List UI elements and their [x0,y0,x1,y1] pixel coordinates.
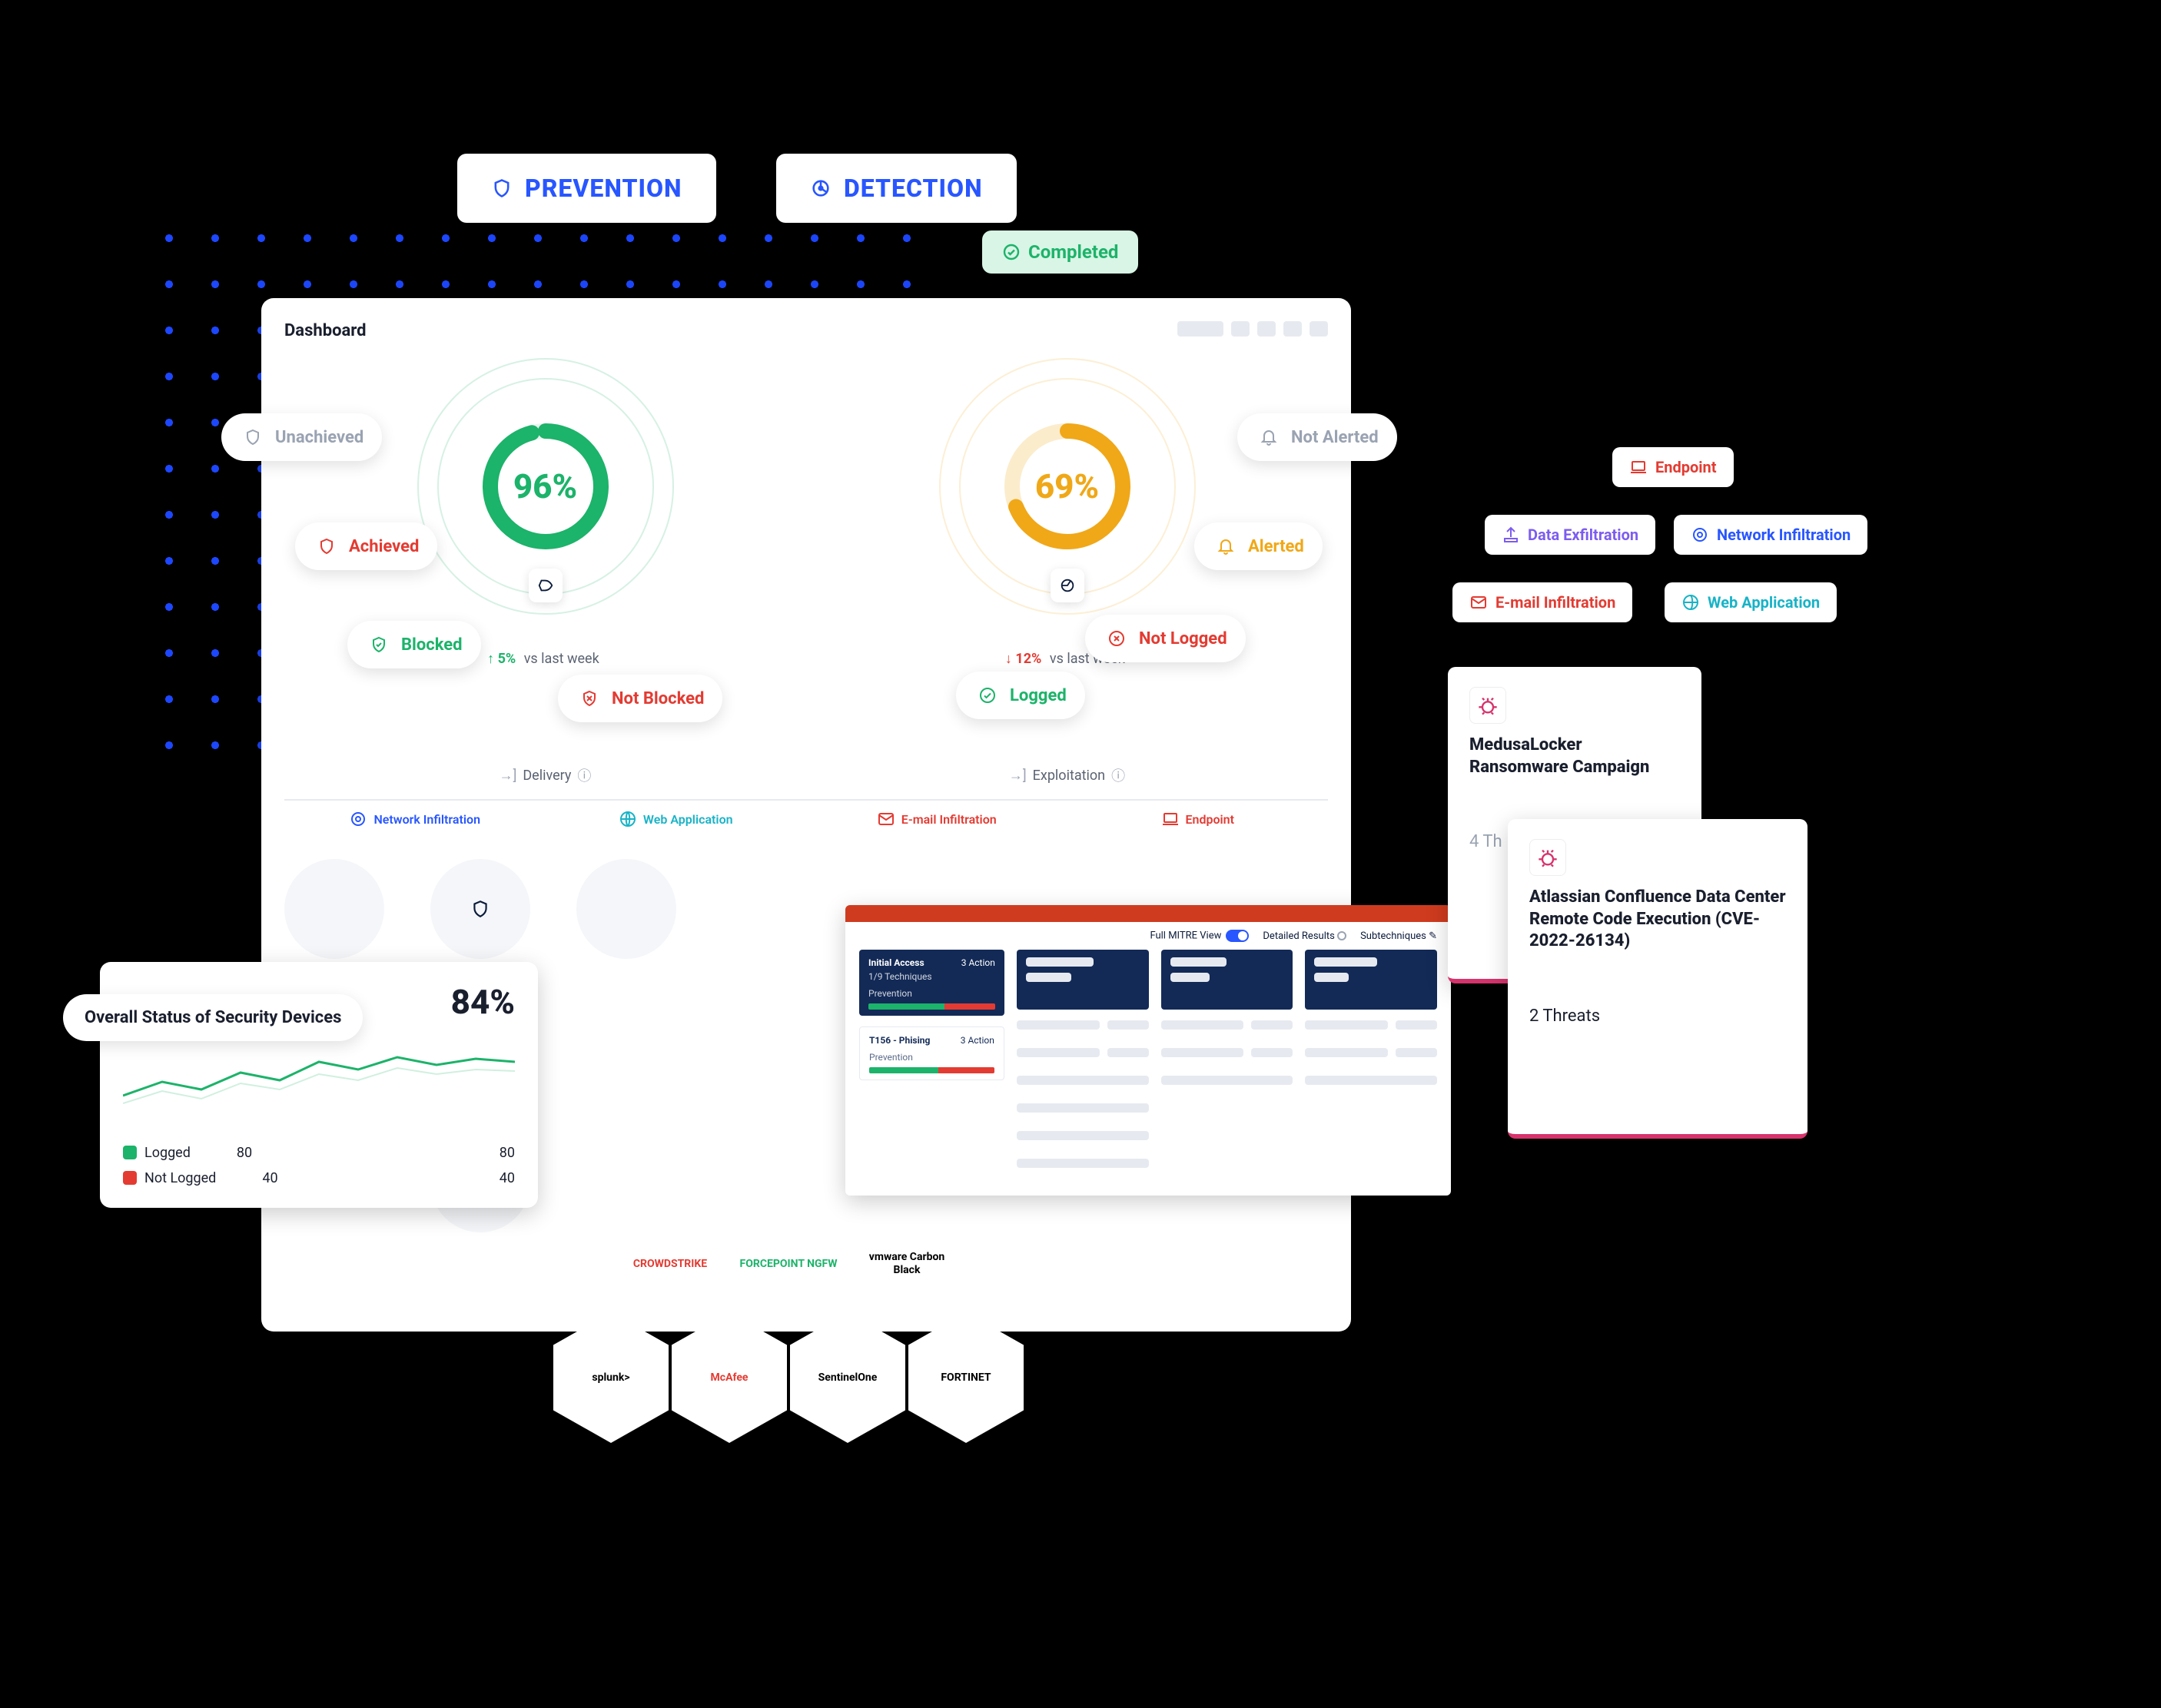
tag-email-infil[interactable]: E-mail Infiltration [1452,582,1632,622]
upload-icon [1502,526,1520,544]
detection-label: DETECTION [844,174,983,203]
mitre-view-toggle[interactable]: Full MITRE View [1150,930,1249,942]
prevention-gauge-value: 96% [513,466,577,506]
vendor-sentinelone: SentinelOne [790,1312,905,1443]
chip-blocked[interactable]: Blocked [347,621,481,668]
threat-count: 2 Threats [1529,1007,1786,1026]
mitre-subtechniques[interactable]: Subtechniques ✎ [1360,930,1437,942]
gauges-row: 96% 69% [284,356,1328,617]
tag-network-infil[interactable]: Network Infiltration [1674,515,1867,555]
target-icon [1691,526,1709,544]
legend-row-notlogged: Not Logged 40 40 [123,1166,515,1191]
mitre-toolbar: Full MITRE View Detailed Results Subtech… [845,922,1451,950]
tag-endpoint[interactable]: Endpoint [1612,447,1734,487]
placeholder-col [576,859,676,1232]
cat-endpoint[interactable]: Endpoint [1067,810,1329,828]
shield-x-icon [576,685,602,711]
legend-row-logged: Logged 80 80 [123,1140,515,1166]
detection-gauge-value: 69% [1035,466,1099,506]
mitre-detailed-toggle[interactable]: Detailed Results [1263,930,1346,942]
info-icon: ⓘ [577,765,591,785]
log-x-icon [1104,625,1130,652]
section-tabs: →] Delivery ⓘ →] Exploitation ⓘ [284,751,1328,801]
tag-web-app[interactable]: Web Application [1665,582,1837,622]
prevention-delta: ↑ 5% vs last week [487,651,599,667]
completed-chip: Completed [982,230,1138,274]
shield-icon [529,569,563,602]
globe-icon [1681,593,1700,612]
chip-achieved[interactable]: Achieved [295,522,437,570]
status-sparkline [123,1036,515,1128]
mitre-card-initial-access[interactable]: Initial Access3 Action 1/9 Techniques Pr… [859,950,1004,1016]
mitre-skel-col [1305,950,1437,1176]
detection-gauge: 69% [979,398,1156,575]
vendor-grid: CROWDSTRIKE FORCEPOINT NGFW vmware Carbo… [553,1199,1024,1443]
check-circle-icon [1002,243,1021,261]
cat-email[interactable]: E-mail Infiltration [806,810,1067,828]
mail-icon [1469,593,1488,612]
tab-exploitation[interactable]: →] Exploitation ⓘ [806,751,1328,801]
bug-icon [1529,839,1566,876]
chip-not-alerted[interactable]: Not Alerted [1237,413,1397,461]
mail-icon [877,810,895,828]
chip-logged[interactable]: Logged [956,672,1085,719]
chip-not-logged[interactable]: Not Logged [1085,615,1246,662]
bell-icon [1213,533,1239,559]
pencil-icon: ✎ [1429,930,1437,942]
mitre-card-phishing[interactable]: T156 - Phising3 Action Prevention [859,1026,1004,1080]
cat-web[interactable]: Web Application [546,810,807,828]
cat-network[interactable]: Network Infiltration [284,810,546,828]
tab-delivery[interactable]: →] Delivery ⓘ [284,751,806,801]
target-icon [349,810,367,828]
vendor-splunk: splunk> [553,1312,669,1443]
shield-icon [240,424,266,450]
vendor-mcafee: McAfee [672,1312,787,1443]
vendor-fortinet: FORTINET [908,1312,1024,1443]
vendor-carbonblack: vmware Carbon Black [849,1199,964,1329]
threat-title: Atlassian Confluence Data Center Remote … [1529,887,1786,953]
threat-card-atlassian[interactable]: Atlassian Confluence Data Center Remote … [1508,819,1807,1139]
mitre-skel-col [1161,950,1293,1176]
mitre-panel: Full MITRE View Detailed Results Subtech… [845,905,1451,1196]
info-icon: ⓘ [1111,765,1125,785]
mitre-grid: Initial Access3 Action 1/9 Techniques Pr… [845,950,1451,1176]
shield-check-icon [366,632,392,658]
chip-not-blocked[interactable]: Not Blocked [558,675,722,722]
log-check-icon [974,682,1001,708]
shield-icon [491,177,513,199]
detection-card[interactable]: DETECTION [776,154,1017,223]
laptop-icon [1629,458,1648,476]
header-skeleton [1177,321,1328,337]
mitre-skel-col [1017,950,1149,1176]
prevention-gauge: 96% [457,398,634,575]
tag-data-exfil[interactable]: Data Exfiltration [1485,515,1655,555]
vendor-forcepoint: FORCEPOINT NGFW [731,1199,846,1329]
prevention-card[interactable]: PREVENTION [457,154,716,223]
status-card-title: Overall Status of Security Devices [63,994,363,1041]
status-card: Overall Status of Security Devices 84% L… [100,962,538,1208]
globe-icon [619,810,637,828]
vendor-crowdstrike: CROWDSTRIKE [612,1199,728,1329]
threat-title: MedusaLocker Ransomware Campaign [1469,735,1680,778]
radar-icon [810,177,832,199]
shield-icon [314,533,340,559]
dashboard-title: Dashboard [284,321,1328,340]
bug-icon [1469,687,1506,724]
prevention-label: PREVENTION [525,174,682,203]
laptop-icon [1161,810,1180,828]
category-row: Network Infiltration Web Application E-m… [284,810,1328,828]
shield-icon [470,899,490,919]
status-legend: Logged 80 80 Not Logged 40 40 [123,1140,515,1191]
radar-icon [1051,569,1084,602]
bell-icon [1256,424,1282,450]
chip-unachieved[interactable]: Unachieved [221,413,382,461]
chip-alerted[interactable]: Alerted [1194,522,1323,570]
